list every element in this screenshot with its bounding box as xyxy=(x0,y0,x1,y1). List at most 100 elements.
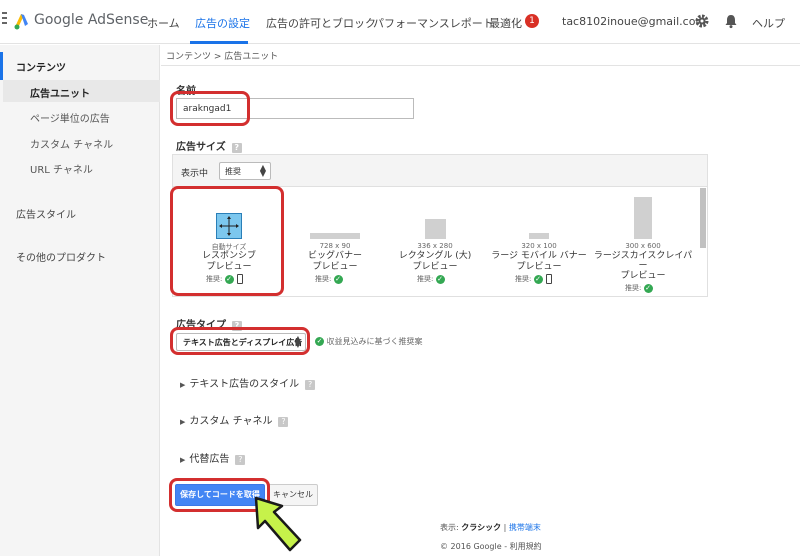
ad-size-name: レスポンシブ xyxy=(201,251,256,261)
sidebar: コンテンツ 広告ユニット ページ単位の広告 カスタム チャネル URL チャネル… xyxy=(0,45,160,556)
check-icon: ✓ xyxy=(224,274,234,284)
section-text-ad-style[interactable]: ▶ テキスト広告のスタイル? xyxy=(180,375,316,390)
sidebar-item-url-channels[interactable]: URL チャネル xyxy=(30,161,93,176)
footer-copyright-text: © 2016 Google - xyxy=(440,542,508,551)
ad-size-recommended: 推奨: ✓ xyxy=(206,274,243,284)
phone-icon xyxy=(545,274,552,284)
gear-icon[interactable] xyxy=(694,13,710,29)
footer-mobile-link[interactable]: 携帯端末 xyxy=(509,523,541,532)
section-custom-channel[interactable]: ▶ カスタム チャネル? xyxy=(180,412,289,427)
notification-badge: 1 xyxy=(525,14,539,28)
help-icon[interactable]: ? xyxy=(305,380,316,390)
chevron-right-icon: ▶ xyxy=(180,456,186,464)
size-preview-shape xyxy=(425,219,446,239)
ad-size-card-large-mobile-banner[interactable]: 320 x 100 ラージ モバイル バナー プレビュー 推奨: ✓ xyxy=(489,191,589,291)
help-icon[interactable]: ? xyxy=(278,417,289,427)
size-preview-shape xyxy=(310,233,360,239)
ad-type-label-text: 広告タイプ xyxy=(176,320,226,331)
ad-size-dim: 728 x 90 xyxy=(319,242,351,250)
ad-type-value: テキスト広告とディスプレイ広告 xyxy=(183,338,303,347)
help-icon[interactable]: ? xyxy=(231,143,242,153)
divider xyxy=(161,65,800,66)
footer-classic: クラシック xyxy=(461,523,502,532)
ad-type-hint-text: 収益見込みに基づく推奨案 xyxy=(326,337,423,346)
footer-terms-link[interactable]: 利用規約 xyxy=(510,542,542,551)
recommended-label: 推奨: xyxy=(315,275,332,283)
ad-size-panel: 表示中 推奨 ▲ ▼ 自動サイズ レスポンシブ プレビュー 推奨: ✓ 728 x… xyxy=(172,154,708,297)
nav-ad-settings[interactable]: 広告の設定 xyxy=(195,15,250,31)
nav-optimization[interactable]: 最適化 xyxy=(489,15,522,31)
ad-type-label: 広告タイプ? xyxy=(176,316,242,331)
chevron-right-icon: ▶ xyxy=(180,418,186,426)
ad-size-name: ビッグバナー xyxy=(307,251,362,261)
size-preview-shape xyxy=(529,233,549,239)
ad-size-label: 広告サイズ? xyxy=(176,138,242,153)
recommended-label: 推奨: xyxy=(515,275,532,283)
recommended-label: 推奨: xyxy=(206,275,223,283)
nav-home[interactable]: ホーム xyxy=(147,15,180,31)
footer-display-label: 表示: xyxy=(440,523,459,532)
recommended-label: 推奨: xyxy=(625,284,642,292)
nav-performance-reports[interactable]: パフォーマンスレポート xyxy=(373,15,494,31)
ad-size-name: ラージ モバイル バナー xyxy=(491,251,587,261)
ad-size-dim: 300 x 600 xyxy=(625,242,661,250)
ad-size-preview[interactable]: プレビュー xyxy=(179,262,279,273)
recommended-label: 推奨: xyxy=(417,275,434,283)
sidebar-section-content[interactable]: コンテンツ xyxy=(16,59,66,74)
name-input[interactable] xyxy=(176,98,414,119)
ad-size-recommended: 推奨: ✓ xyxy=(515,274,552,284)
sidebar-section-other-products[interactable]: その他のプロダクト xyxy=(16,249,106,264)
ad-size-toolbar: 表示中 推奨 ▲ ▼ xyxy=(173,155,707,187)
ad-size-card-skyscraper[interactable]: 300 x 600 ラージスカイスクレイパ ー プレビュー 推奨: ✓ xyxy=(593,191,693,295)
sidebar-active-indicator xyxy=(0,52,3,80)
sidebar-section-ad-style[interactable]: 広告スタイル xyxy=(16,206,76,221)
section-backup-ads[interactable]: ▶ 代替広告? xyxy=(180,450,246,465)
account-email[interactable]: tac8102inoue@gmail.com xyxy=(562,15,706,28)
ad-size-preview[interactable]: プレビュー xyxy=(285,262,385,273)
ad-size-dim: 336 x 280 xyxy=(417,242,453,250)
bell-icon[interactable] xyxy=(723,13,739,29)
ad-size-card-leaderboard[interactable]: 728 x 90 ビッグバナー プレビュー 推奨: ✓ xyxy=(285,191,385,291)
help-icon[interactable]: ? xyxy=(232,321,242,331)
section-text-ad-style-label: テキスト広告のスタイル xyxy=(189,379,300,390)
help-link[interactable]: ヘルプ xyxy=(752,15,785,31)
ad-size-card-responsive[interactable]: 自動サイズ レスポンシブ プレビュー 推奨: ✓ xyxy=(179,191,279,291)
show-select-value: 推奨 xyxy=(225,167,241,176)
section-backup-ads-label: 代替広告 xyxy=(189,454,230,465)
brand-name[interactable]: Google AdSense xyxy=(34,12,148,28)
check-icon: ✓ xyxy=(333,274,343,284)
sidebar-item-ad-units[interactable]: 広告ユニット xyxy=(30,85,90,100)
ad-size-name: レクタングル (大) xyxy=(398,251,472,261)
footer-copyright: © 2016 Google - 利用規約 xyxy=(440,541,542,552)
show-select[interactable]: 推奨 ▲ ▼ xyxy=(219,162,271,180)
ad-size-preview[interactable]: プレビュー xyxy=(593,271,693,282)
check-icon: ✓ xyxy=(643,283,653,293)
adsense-logo-icon xyxy=(14,14,28,30)
responsive-icon xyxy=(216,213,242,239)
chevron-right-icon: ▶ xyxy=(180,381,186,389)
help-icon[interactable]: ? xyxy=(235,455,246,465)
ad-size-preview[interactable]: プレビュー xyxy=(385,262,485,273)
ad-size-card-large-rectangle[interactable]: 336 x 280 レクタングル (大) プレビュー 推奨: ✓ xyxy=(385,191,485,291)
show-label: 表示中 xyxy=(181,169,209,179)
ad-size-preview[interactable]: プレビュー xyxy=(489,262,589,273)
ad-size-recommended: 推奨: ✓ xyxy=(625,283,653,293)
select-arrows-icon: ▲ ▼ xyxy=(259,163,266,178)
ad-size-recommended: 推奨: ✓ xyxy=(315,274,343,284)
sidebar-item-custom-channels[interactable]: カスタム チャネル xyxy=(30,136,113,151)
breadcrumb[interactable]: コンテンツ > 広告ユニット xyxy=(166,49,278,62)
name-label: 名前 xyxy=(176,86,196,97)
footer-display-mode: 表示: クラシック | 携帯端末 xyxy=(440,523,541,532)
ad-size-label-text: 広告サイズ xyxy=(176,142,226,153)
menu-icon[interactable] xyxy=(2,12,8,26)
sidebar-item-page-level-ads[interactable]: ページ単位の広告 xyxy=(30,110,110,125)
top-bar: Google AdSense ホーム 広告の設定 広告の許可とブロック パフォー… xyxy=(0,0,800,44)
pointer-arrow-icon xyxy=(254,496,302,552)
scrollbar[interactable] xyxy=(700,188,706,248)
nav-active-indicator xyxy=(190,41,248,44)
select-arrows-icon: ▲ ▼ xyxy=(294,334,301,349)
check-icon: ✓ xyxy=(435,274,445,284)
ad-type-select[interactable]: テキスト広告とディスプレイ広告 ▲ ▼ xyxy=(176,333,306,351)
check-icon: ✓ xyxy=(315,337,324,346)
nav-allow-block[interactable]: 広告の許可とブロック xyxy=(266,15,376,31)
